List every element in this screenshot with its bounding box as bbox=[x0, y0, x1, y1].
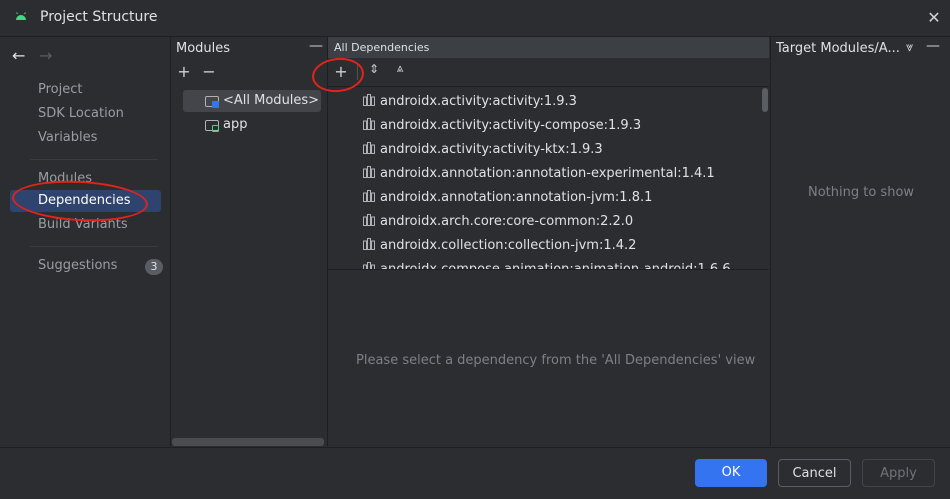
list-item[interactable]: androidx.activity:activity-ktx:1.9.3 bbox=[363, 138, 603, 162]
nav-item-suggestions[interactable]: Suggestions bbox=[38, 255, 117, 277]
library-icon bbox=[363, 118, 375, 130]
dependency-name: androidx.activity:activity:1.9.3 bbox=[380, 94, 577, 109]
apply-button[interactable]: Apply bbox=[862, 459, 935, 487]
minimize-icon[interactable]: — bbox=[309, 38, 323, 54]
android-icon bbox=[16, 12, 26, 20]
list-item[interactable]: androidx.collection:collection-jvm:1.4.2 bbox=[363, 234, 636, 258]
list-item[interactable]: androidx.compose.animation:animation-and… bbox=[363, 258, 731, 270]
library-icon bbox=[363, 94, 375, 106]
list-item[interactable]: androidx.arch.core:core-common:2.2.0 bbox=[363, 210, 633, 234]
dependency-name: androidx.annotation:annotation-jvm:1.8.1 bbox=[380, 190, 653, 205]
nav-item-sdk-location[interactable]: SDK Location bbox=[38, 103, 124, 125]
list-item[interactable]: androidx.activity:activity-compose:1.9.3 bbox=[363, 114, 641, 138]
library-icon bbox=[363, 166, 375, 178]
collapse-all-icon[interactable]: ⩓ bbox=[390, 61, 410, 76]
dependency-detail-placeholder: Please select a dependency from the 'All… bbox=[356, 353, 756, 368]
add-module-icon[interactable]: + bbox=[174, 62, 194, 81]
dependencies-list: androidx.activity:activity:1.9.3 android… bbox=[328, 86, 769, 270]
left-nav bbox=[0, 37, 171, 446]
android-module-badge-icon bbox=[212, 125, 219, 132]
nav-divider bbox=[30, 246, 158, 247]
dependencies-vertical-scrollbar[interactable] bbox=[762, 88, 768, 112]
dependency-name: androidx.activity:activity-compose:1.9.3 bbox=[380, 118, 642, 133]
nav-item-variables[interactable]: Variables bbox=[38, 127, 97, 149]
collapse-icon[interactable]: ⩔ bbox=[906, 40, 913, 55]
dependency-name: androidx.annotation:annotation-experimen… bbox=[380, 166, 715, 181]
library-icon bbox=[363, 190, 375, 202]
library-icon bbox=[363, 214, 375, 226]
target-modules-panel bbox=[770, 37, 950, 446]
modules-header: Modules bbox=[176, 41, 231, 56]
dependency-name: androidx.compose.animation:animation-and… bbox=[380, 262, 731, 270]
window-title: Project Structure bbox=[40, 9, 158, 25]
list-item[interactable]: androidx.activity:activity:1.9.3 bbox=[363, 90, 577, 114]
minimize-icon[interactable]: — bbox=[926, 38, 940, 54]
arrow-right-icon[interactable]: → bbox=[39, 46, 52, 65]
remove-module-icon[interactable]: − bbox=[199, 62, 219, 81]
cancel-button[interactable]: Cancel bbox=[778, 459, 851, 487]
dependency-name: androidx.arch.core:core-common:2.2.0 bbox=[380, 214, 634, 229]
target-modules-header: Target Modules/A... bbox=[776, 41, 900, 56]
ok-button[interactable]: OK bbox=[695, 459, 767, 487]
arrow-left-icon[interactable]: ← bbox=[12, 46, 25, 65]
module-group-badge-icon bbox=[212, 101, 219, 108]
dependency-name: androidx.collection:collection-jvm:1.4.2 bbox=[380, 238, 637, 253]
close-icon[interactable]: ✕ bbox=[924, 8, 944, 28]
module-item-all[interactable]: <All Modules> bbox=[223, 90, 319, 112]
dependency-name: androidx.activity:activity-ktx:1.9.3 bbox=[380, 142, 603, 157]
library-icon bbox=[363, 262, 375, 269]
list-item[interactable]: androidx.annotation:annotation-experimen… bbox=[363, 162, 715, 186]
suggestions-count-badge: 3 bbox=[145, 259, 163, 275]
nav-item-project[interactable]: Project bbox=[38, 79, 82, 101]
library-icon bbox=[363, 238, 375, 250]
dependencies-header: All Dependencies bbox=[334, 41, 430, 54]
empty-state-text: Nothing to show bbox=[808, 185, 915, 200]
nav-divider bbox=[30, 159, 158, 160]
library-icon bbox=[363, 142, 375, 154]
module-item-app[interactable]: app bbox=[223, 114, 247, 136]
expand-all-icon[interactable]: ⇕ bbox=[364, 62, 384, 76]
list-item[interactable]: androidx.annotation:annotation-jvm:1.8.1 bbox=[363, 186, 652, 210]
modules-horizontal-scrollbar[interactable] bbox=[172, 438, 324, 446]
